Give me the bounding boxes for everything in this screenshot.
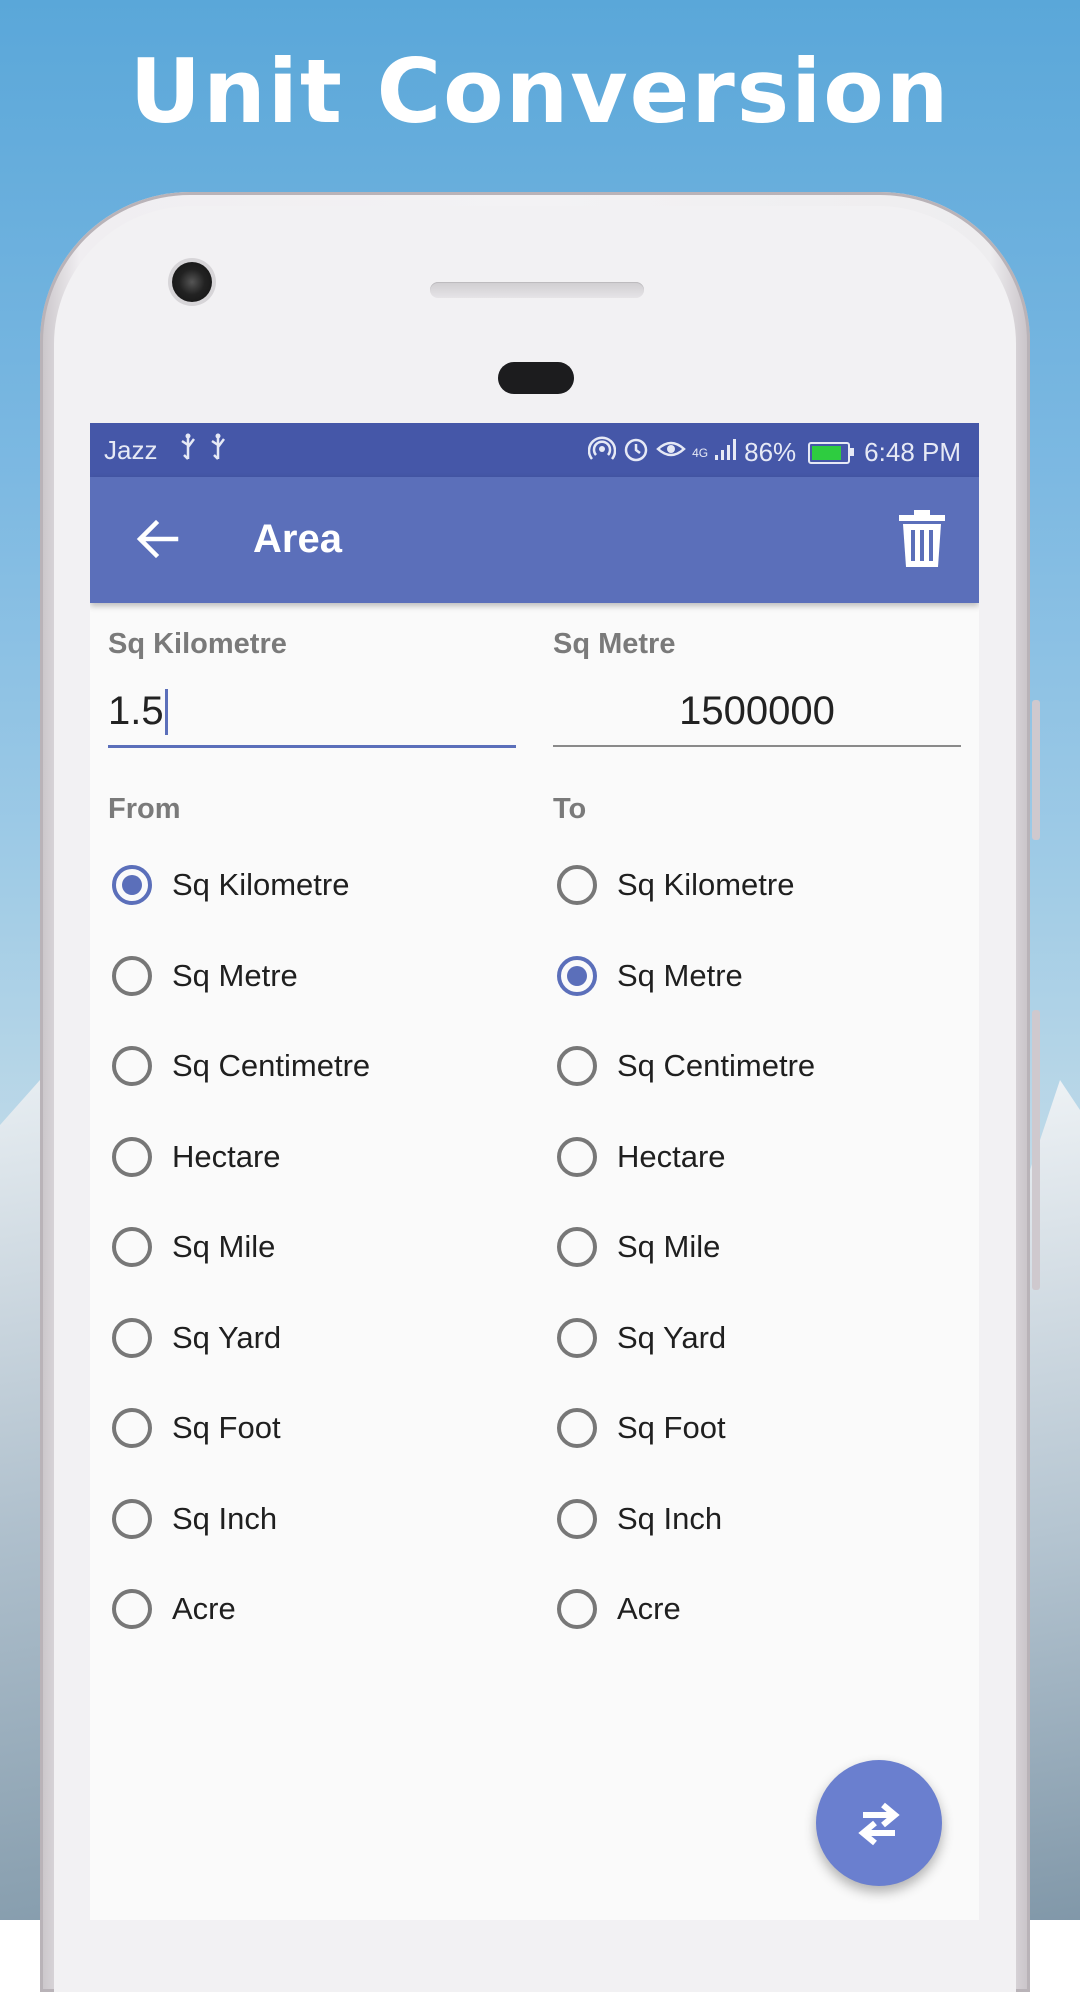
battery-fill (812, 445, 842, 460)
hotspot-icon (587, 435, 617, 470)
from-unit-option-label: Sq Mile (172, 1229, 276, 1264)
to-unit-option-label: Hectare (617, 1138, 726, 1174)
from-unit-option[interactable]: Sq Centimetre (112, 1031, 370, 1101)
text-cursor (165, 689, 168, 735)
eye-icon (656, 435, 686, 470)
to-unit-radio-button[interactable] (557, 955, 597, 996)
to-unit-radio-button[interactable] (557, 865, 597, 905)
phone-volume-button (1032, 1010, 1040, 1290)
app-screen: Jazz 4G 86% 6:48 PM Area Sq Kilometre 1.… (90, 423, 979, 1920)
to-unit-option[interactable]: Sq Kilometre (557, 850, 794, 920)
from-value-input[interactable] (108, 681, 508, 741)
from-unit-radio-button[interactable] (112, 1498, 152, 1539)
to-unit-radio-button[interactable] (557, 1136, 597, 1177)
back-arrow-icon[interactable] (130, 511, 186, 567)
page-title: Area (253, 517, 342, 561)
from-unit-option[interactable]: Hectare (112, 1122, 281, 1192)
to-unit-radio-button[interactable] (557, 1408, 597, 1448)
from-unit-option[interactable]: Sq Foot (112, 1393, 281, 1463)
from-unit-option-label: Sq Inch (172, 1500, 278, 1536)
from-unit-option[interactable]: Sq Inch (112, 1484, 277, 1554)
signal-icon (714, 437, 738, 468)
to-unit-option-label: Sq Mile (617, 1229, 721, 1264)
to-unit-option[interactable]: Sq Metre (557, 941, 743, 1011)
from-field-label: Sq Kilometre (108, 628, 287, 660)
to-unit-radio-button[interactable] (557, 1498, 597, 1539)
usb-icon (178, 433, 198, 468)
to-unit-radio-button[interactable] (557, 1046, 597, 1086)
from-unit-radio-button[interactable] (112, 1046, 152, 1086)
from-unit-option-label: Sq Metre (172, 957, 298, 993)
from-unit-option[interactable]: Acre (112, 1574, 236, 1644)
from-unit-radio-button[interactable] (112, 1227, 152, 1267)
from-unit-option-label: Hectare (172, 1138, 281, 1174)
proximity-sensor (498, 362, 574, 394)
carrier-name: Jazz (104, 435, 158, 465)
from-unit-radio-button[interactable] (112, 955, 152, 996)
to-unit-radio-button[interactable] (557, 1227, 597, 1267)
to-unit-option[interactable]: Hectare (557, 1122, 726, 1192)
alarm-icon (622, 435, 650, 470)
from-unit-option[interactable]: Sq Kilometre (112, 850, 349, 920)
to-unit-option-label: Acre (617, 1591, 681, 1626)
network-type: 4G (692, 445, 709, 460)
to-unit-radio-button[interactable] (557, 1589, 597, 1629)
to-unit-option[interactable]: Sq Foot (557, 1393, 726, 1463)
front-camera-icon (172, 262, 212, 302)
usb-debug-icon (208, 433, 228, 468)
earpiece-speaker (430, 282, 644, 298)
from-unit-radio-button[interactable] (112, 1136, 152, 1177)
from-unit-radio-button[interactable] (112, 1317, 152, 1358)
to-unit-option-label: Sq Foot (617, 1410, 726, 1445)
to-unit-radio-button[interactable] (557, 1317, 597, 1358)
to-unit-option-label: Sq Centimetre (617, 1048, 816, 1083)
battery-icon (808, 441, 855, 464)
to-unit-option[interactable]: Sq Inch (557, 1484, 722, 1554)
to-unit-option-label: Sq Inch (617, 1500, 723, 1536)
swap-arrows-icon (858, 1802, 900, 1846)
to-unit-option[interactable]: Sq Mile (557, 1212, 720, 1282)
app-bar: Area (90, 477, 979, 603)
from-unit-option-label: Acre (172, 1591, 236, 1626)
status-bar: Jazz 4G 86% 6:48 PM (90, 423, 979, 477)
from-unit-option-label: Sq Foot (172, 1410, 281, 1445)
from-unit-option-label: Sq Kilometre (172, 867, 350, 902)
trash-icon[interactable] (895, 509, 949, 569)
from-unit-option[interactable]: Sq Metre (112, 941, 298, 1011)
battery-percent: 86% (744, 437, 797, 467)
phone-side-button (1032, 700, 1040, 840)
from-unit-radio-button[interactable] (112, 1589, 152, 1629)
from-unit-option-label: Sq Yard (172, 1319, 282, 1355)
from-unit-radio-button[interactable] (112, 865, 152, 905)
from-section-label: From (108, 793, 181, 825)
to-unit-option-label: Sq Kilometre (617, 867, 795, 902)
to-field-label: Sq Metre (553, 628, 676, 660)
swap-units-button[interactable] (816, 1760, 942, 1886)
from-unit-radio-button[interactable] (112, 1408, 152, 1448)
to-unit-option[interactable]: Sq Centimetre (557, 1031, 815, 1101)
promo-headline: Unit Conversion (129, 40, 951, 143)
from-input-underline (108, 745, 516, 748)
from-unit-option[interactable]: Sq Mile (112, 1212, 275, 1282)
from-unit-option[interactable]: Sq Yard (112, 1303, 281, 1373)
to-value-output[interactable] (553, 681, 961, 741)
to-unit-option-label: Sq Yard (617, 1319, 727, 1355)
to-unit-option[interactable]: Acre (557, 1574, 681, 1644)
to-section-label: To (553, 793, 587, 825)
from-unit-option-label: Sq Centimetre (172, 1048, 371, 1083)
clock: 6:48 PM (864, 437, 961, 467)
to-input-underline (553, 745, 961, 747)
to-unit-option-label: Sq Metre (617, 957, 743, 993)
to-unit-option[interactable]: Sq Yard (557, 1303, 726, 1373)
